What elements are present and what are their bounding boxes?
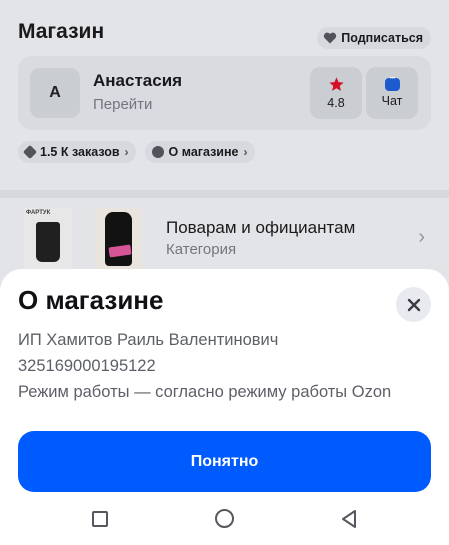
nav-home-icon[interactable]	[215, 509, 234, 528]
seller-registration-number: 325169000195122	[18, 357, 156, 375]
seller-legal-name: ИП Хамитов Раиль Валентинович	[18, 331, 279, 349]
nav-recent-icon[interactable]	[92, 511, 108, 527]
ok-button[interactable]: Понятно	[18, 431, 431, 492]
nav-back-icon[interactable]	[340, 509, 358, 529]
about-store-sheet: О магазине ИП Хамитов Раиль Валентинович…	[0, 269, 449, 545]
close-button[interactable]	[396, 287, 431, 322]
working-hours: Режим работы — согласно режиму работы Oz…	[18, 383, 392, 401]
sheet-title: О магазине	[18, 285, 164, 315]
close-icon	[407, 298, 420, 311]
system-nav-bar	[0, 497, 449, 545]
